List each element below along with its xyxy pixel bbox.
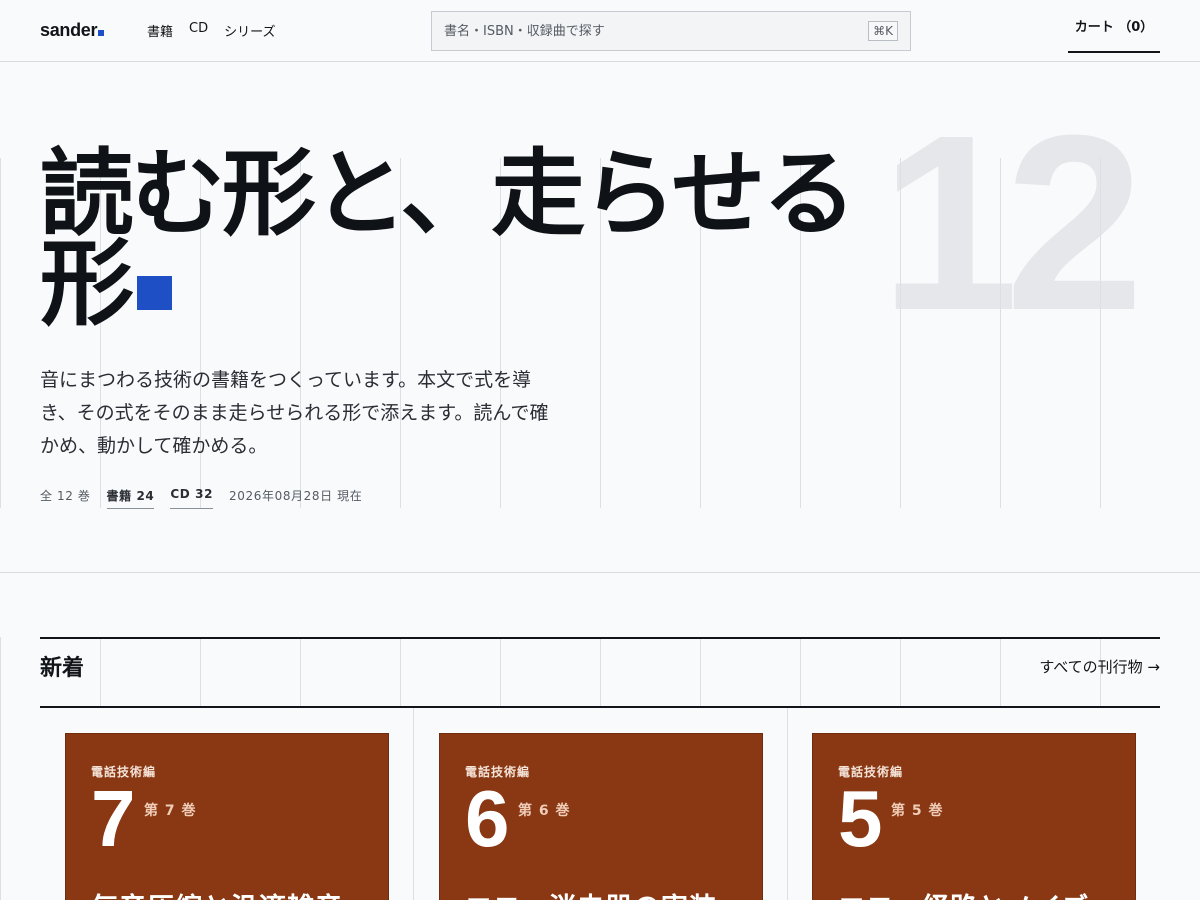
section-divider (0, 572, 1200, 573)
section-rule-top (40, 637, 1160, 639)
grid-line (100, 637, 101, 707)
volume-count-number: 12 (880, 118, 1144, 328)
volume-count-display: 12 (880, 118, 1180, 328)
card-title: 気音圧縮と汎適雑音 (91, 886, 343, 900)
card-title: エコー経路とノイズ (838, 886, 1089, 900)
hero-title: 読む形と、走らせる 形 (40, 148, 880, 332)
nav-item-books[interactable]: 書籍 (147, 21, 173, 40)
grid-line (300, 637, 301, 707)
site-header: sander 書籍 CD シリーズ ⌘K カート （0） (0, 0, 1200, 62)
grid-line (1000, 158, 1001, 508)
grid-line (500, 637, 501, 707)
logo-mark-icon (98, 30, 105, 36)
grid-line (900, 637, 901, 707)
card-volume-number: 6 (465, 774, 509, 863)
site-logo[interactable]: sander (40, 20, 105, 41)
book-card[interactable]: 電話技術編 5 第 5 巻 エコー経路とノイズ (812, 733, 1136, 900)
grid-line (800, 637, 801, 707)
total-volumes: 全 12 巻 (40, 489, 91, 503)
hero-title-line2: 形 (40, 230, 134, 339)
cart-button[interactable]: カート （0） (1068, 0, 1160, 53)
grid-line (0, 637, 1, 900)
grid-line (0, 158, 1, 508)
all-publications-link[interactable]: すべての刊行物 → (1039, 656, 1160, 677)
new-arrivals-heading: 新着 (40, 656, 85, 681)
catalog-stats: 全 12 巻 書籍 24 CD 32 2026年08月28日 現在 (40, 487, 362, 509)
grid-line (200, 637, 201, 707)
grid-line (700, 637, 701, 707)
keyboard-shortcut-badge: ⌘K (868, 21, 898, 41)
cd-count-link[interactable]: CD 32 (170, 487, 214, 509)
hero-title-line1: 読む形と、走らせる (40, 140, 856, 249)
grid-line (400, 637, 401, 707)
section-rule-bottom (40, 706, 1160, 708)
card-volume-number: 5 (838, 774, 882, 863)
nav-item-cd[interactable]: CD (189, 21, 208, 40)
search-input[interactable] (432, 12, 910, 50)
card-divider (787, 707, 788, 900)
main-nav: 書籍 CD シリーズ (147, 21, 275, 40)
stats-date: 2026年08月28日 現在 (229, 489, 363, 503)
search-box[interactable]: ⌘K (431, 11, 911, 51)
card-divider (413, 707, 414, 900)
hero-lead: 音にまつわる技術の書籍をつくっています。本文で式を導き、その式をそのまま走らせら… (40, 369, 549, 457)
book-card[interactable]: 電話技術編 7 第 7 巻 気音圧縮と汎適雑音 (65, 733, 389, 900)
book-card[interactable]: 電話技術編 6 第 6 巻 エコー消去器の実装 (439, 733, 763, 900)
accent-square-icon (137, 276, 173, 310)
card-volume-label: 第 7 巻 (144, 803, 197, 819)
nav-item-series[interactable]: シリーズ (224, 21, 275, 40)
logo-text[interactable]: sander (40, 20, 98, 40)
card-title: エコー消去器の実装 (465, 886, 717, 900)
card-volume-label: 第 5 巻 (891, 803, 944, 819)
grid-line (1000, 637, 1001, 707)
grid-line (900, 158, 901, 508)
card-volume-label: 第 6 巻 (518, 803, 571, 819)
grid-line (600, 637, 601, 707)
grid-line (1100, 158, 1101, 508)
books-count-link[interactable]: 書籍 24 (106, 487, 155, 509)
card-volume-number: 7 (91, 774, 135, 863)
